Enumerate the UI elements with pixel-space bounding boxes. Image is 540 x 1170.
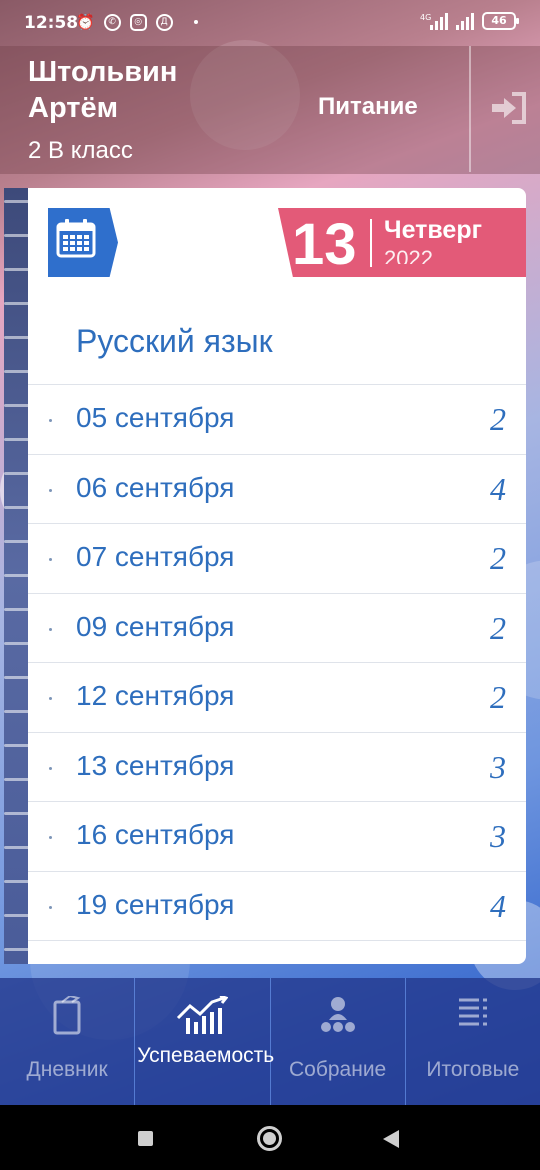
app-header: Штольвин Артём 2 В класс Питание (0, 46, 540, 174)
tab-diary[interactable]: Дневник (0, 978, 136, 1105)
tab-performance[interactable]: Успеваемость (135, 978, 275, 1105)
notebook-binding (4, 188, 32, 964)
tab-final-grades-label: Итоговые (426, 1058, 520, 1081)
grade-date: 09 сентября (76, 610, 235, 642)
meeting-icon (320, 997, 355, 1032)
subject-title: Русский язык (76, 323, 273, 359)
grade-mark: 3 (490, 748, 506, 785)
chevron-down-icon (122, 241, 128, 245)
grade-row-partial[interactable] (28, 940, 526, 964)
grade-date: 19 сентября (76, 888, 235, 920)
calendar-button[interactable] (48, 208, 118, 277)
home-icon[interactable] (257, 1126, 282, 1151)
more-notifications-icon (193, 20, 198, 24)
grade-row[interactable]: 07 сентября 2 (28, 523, 526, 593)
bullet-icon (49, 627, 52, 631)
status-right: 4G 46 (420, 12, 519, 30)
grade-mark: 2 (490, 609, 506, 646)
food-link[interactable]: Питание (318, 93, 418, 121)
grade-mark: 2 (490, 679, 506, 715)
grade-mark: 4 (490, 887, 506, 924)
instagram-icon: ◎ (129, 13, 147, 31)
final-grades-icon (458, 998, 487, 1026)
day-number: 13 (292, 212, 357, 277)
tab-performance-label: Успеваемость (137, 1044, 275, 1067)
date-badge: 13 Четверг 2022 (278, 208, 526, 277)
battery-icon: 46 (482, 12, 519, 30)
bullet-icon (49, 558, 52, 561)
grades-list: 05 сентября 2 06 сентября 4 07 сентября … (28, 384, 526, 964)
student-name: Штольвин Артём (28, 56, 178, 124)
grade-date: 16 сентября (76, 819, 235, 850)
whatsapp-icon: ✆ (103, 13, 121, 31)
recent-apps-icon[interactable] (138, 1131, 153, 1146)
bullet-icon (49, 836, 52, 839)
year-label: 2022 (384, 246, 433, 264)
tab-diary-label: Дневник (26, 1058, 108, 1081)
notification-icons: ⏰ ✆ ◎ Д (74, 13, 198, 31)
badge-divider (370, 219, 372, 267)
bullet-icon (49, 488, 52, 492)
grade-date: 06 сентября (76, 471, 235, 503)
tab-meeting-label: Собрание (289, 1058, 387, 1081)
system-nav-bar (0, 1105, 540, 1170)
grade-row[interactable]: 09 сентября 2 (28, 592, 526, 663)
bullet-icon (49, 905, 52, 909)
grade-mark: 3 (490, 818, 506, 854)
grade-row[interactable]: 19 сентября 4 (28, 870, 526, 941)
logout-icon[interactable] (490, 90, 530, 126)
bullet-icon (49, 697, 52, 700)
grade-row[interactable]: 16 сентября 3 (28, 801, 526, 871)
signal-4g-icon: 4G (420, 12, 448, 30)
grade-mark: 4 (490, 470, 506, 507)
grades-card: 13 Четверг 2022 Русский язык 05 сентября… (28, 188, 526, 964)
grade-mark: 2 (490, 401, 506, 437)
bullet-icon (49, 419, 52, 422)
weekday-label: Четверг (384, 216, 483, 244)
bottom-nav: Дневник Успеваемость Собрание Итоговые (0, 978, 540, 1105)
calendar-icon (56, 219, 96, 258)
header-divider (469, 46, 471, 172)
tab-meeting[interactable]: Собрание (271, 978, 406, 1105)
grade-date: 07 сентября (76, 541, 235, 572)
grade-row[interactable]: 05 сентября 2 (28, 384, 526, 454)
status-bar: 12:58 ⏰ ✆ ◎ Д 4G 46 (0, 0, 540, 46)
grade-date: 05 сентября (76, 402, 235, 433)
tab-final-grades[interactable]: Итоговые (406, 978, 540, 1105)
grade-row[interactable]: 13 сентября 3 (28, 731, 526, 802)
grade-date: 13 сентября (76, 749, 235, 781)
bullet-icon (49, 766, 52, 770)
back-icon[interactable] (383, 1130, 399, 1148)
grade-mark: 2 (490, 540, 506, 576)
network-type-label: 4G (420, 13, 432, 22)
signal-icon (456, 12, 474, 30)
app-notification-icon: Д (155, 13, 173, 31)
diary-icon (53, 996, 81, 1035)
performance-chart-icon (177, 996, 229, 1034)
grade-date: 12 сентября (76, 680, 235, 711)
alarm-off-icon: ⏰ (76, 13, 95, 31)
grade-row[interactable]: 06 сентября 4 (28, 453, 526, 524)
status-time: 12:58 (24, 13, 79, 33)
grade-row[interactable]: 12 сентября 2 (28, 662, 526, 732)
class-label: 2 В класс (28, 137, 133, 164)
